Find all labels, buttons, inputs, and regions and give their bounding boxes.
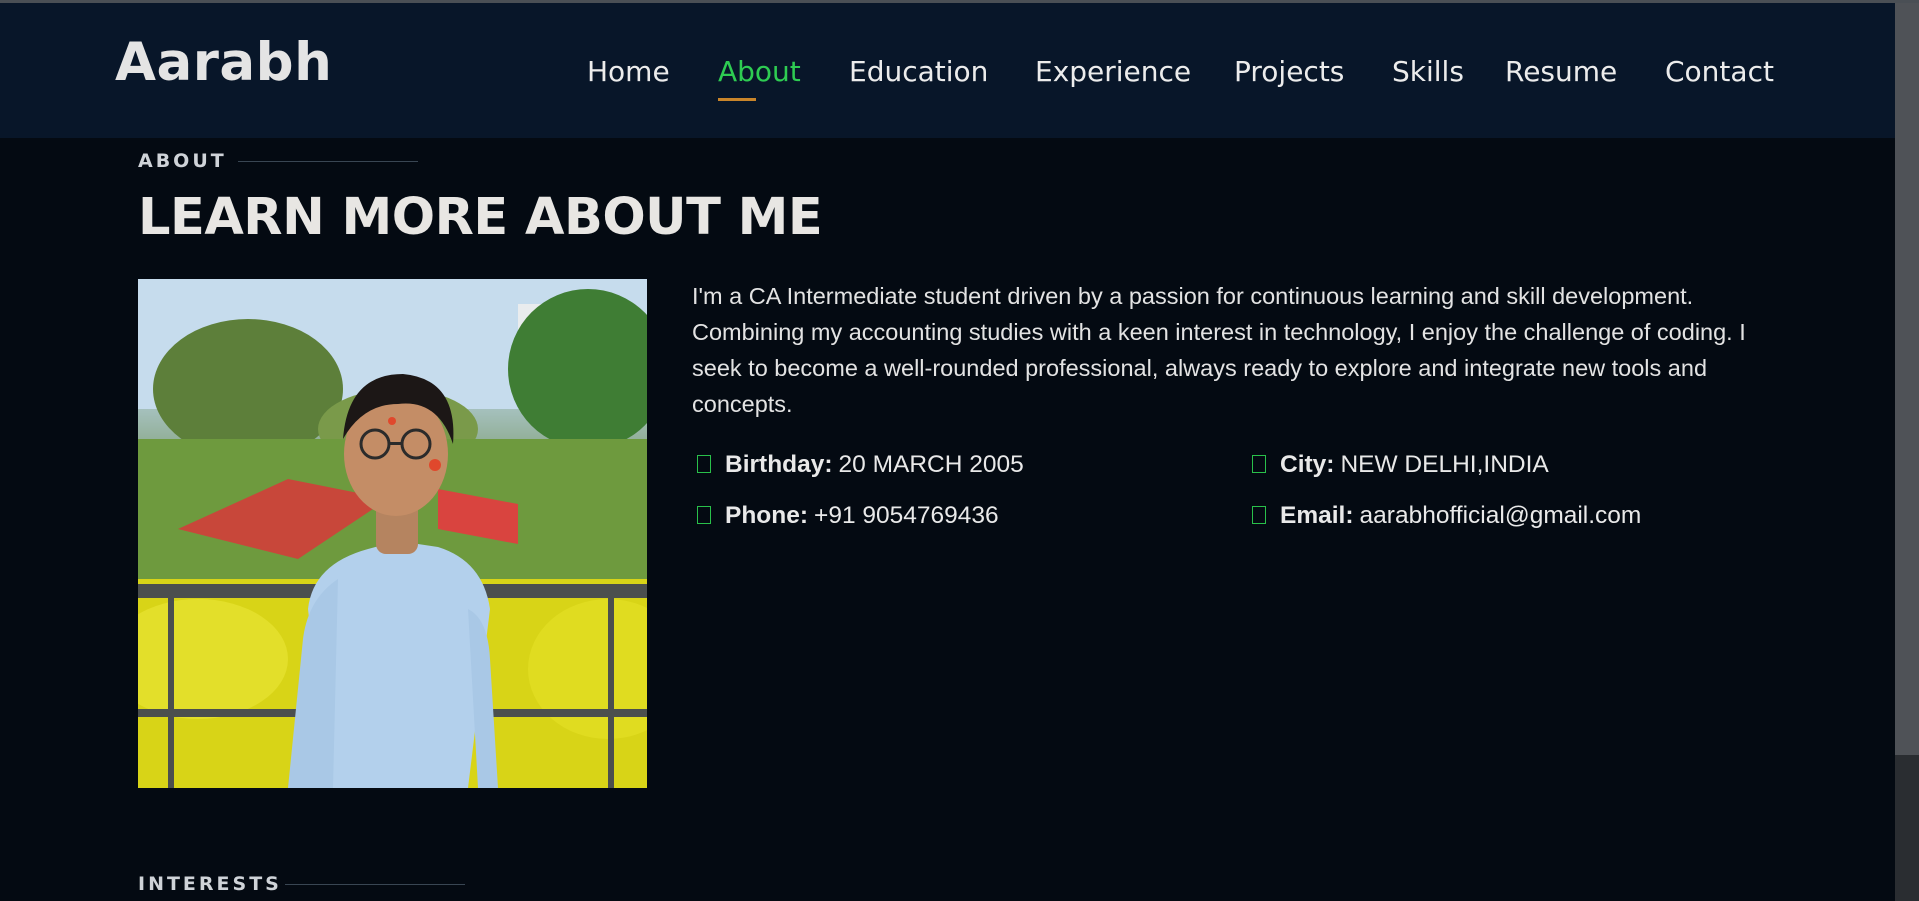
nav-contact[interactable]: Contact [1665, 55, 1774, 88]
nav-education[interactable]: Education [849, 55, 988, 88]
active-nav-underline [718, 98, 756, 101]
about-headline: LEARN MORE ABOUT ME [138, 188, 823, 247]
nav-home[interactable]: Home [587, 55, 670, 88]
chevron-right-icon [697, 455, 711, 473]
nav-skills[interactable]: Skills [1392, 55, 1464, 88]
chevron-right-icon [1252, 455, 1266, 473]
profile-photo-illustration [138, 279, 647, 788]
main-content: ABOUT LEARN MORE ABOUT ME I'm a CA Inter… [0, 138, 1895, 901]
info-email: Email: aarabhofficial@gmail.com [1252, 502, 1641, 530]
birthday-label: Birthday: [725, 451, 833, 478]
phone-value[interactable]: +91 9054769436 [814, 502, 999, 529]
info-city: City: NEW DELHI,INDIA [1252, 451, 1549, 479]
chevron-right-icon [697, 506, 711, 524]
email-value[interactable]: aarabhofficial@gmail.com [1360, 502, 1642, 529]
city-value: NEW DELHI,INDIA [1340, 451, 1549, 478]
phone-label: Phone: [725, 502, 809, 529]
email-label: Email: [1280, 502, 1354, 529]
about-bio: I'm a CA Intermediate student driven by … [692, 283, 1746, 417]
nav-projects[interactable]: Projects [1234, 55, 1344, 88]
nav-about[interactable]: About [718, 55, 801, 101]
birthday-value: 20 MARCH 2005 [838, 451, 1024, 478]
info-birthday: Birthday: 20 MARCH 2005 [697, 451, 1024, 479]
city-label: City: [1280, 451, 1335, 478]
chevron-right-icon [1252, 506, 1266, 524]
site-header: Aarabh Home About Education Experience P… [0, 3, 1895, 138]
interests-section-tag: INTERESTS [138, 873, 282, 895]
scrollbar-thumb[interactable] [1895, 3, 1919, 755]
nav-about-label: About [718, 55, 801, 88]
site-logo[interactable]: Aarabh [115, 32, 332, 93]
interests-tag-divider [285, 884, 465, 885]
profile-photo [138, 279, 647, 788]
about-tag-divider [238, 161, 418, 162]
nav-experience[interactable]: Experience [1035, 55, 1191, 88]
info-phone: Phone: +91 9054769436 [697, 502, 999, 530]
about-section-tag: ABOUT [138, 150, 227, 172]
nav-resume[interactable]: Resume [1505, 55, 1617, 88]
